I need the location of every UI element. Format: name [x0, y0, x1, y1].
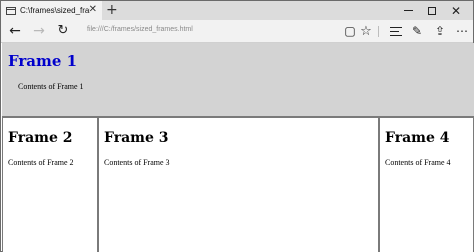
frame-3: Frame 3 Contents of Frame 3: [98, 117, 379, 252]
frame-2: Frame 2 Contents of Frame 2: [2, 117, 98, 252]
frame-2-body: Contents of Frame 2: [8, 158, 74, 167]
title-bar: C:\frames\sized_frames.html ✕ + ✕: [1, 1, 473, 20]
navigation-bar: ← → ↻ file:///C:/frames/sized_frames.htm…: [1, 20, 473, 43]
hub-button[interactable]: [387, 23, 405, 39]
favorite-button[interactable]: ☆: [357, 23, 375, 39]
share-button[interactable]: ⇪: [431, 23, 449, 39]
frame-4: Frame 4 Contents of Frame 4: [379, 117, 474, 252]
pen-icon: ✎: [411, 24, 423, 38]
more-icon: ⋯: [456, 24, 468, 38]
toolbar-divider: [378, 26, 379, 37]
share-icon: ⇪: [434, 24, 446, 38]
back-button[interactable]: ←: [6, 23, 24, 39]
browser-tab[interactable]: C:\frames\sized_frames.html ✕: [1, 1, 102, 20]
frame-1-body: Contents of Frame 1: [18, 82, 84, 91]
frame-4-heading: Frame 4: [385, 130, 450, 146]
frame-1: Frame 1 Contents of Frame 1: [2, 43, 474, 117]
forward-button[interactable]: →: [30, 23, 48, 39]
tab-close-icon[interactable]: ✕: [89, 4, 97, 16]
frame-1-heading: Frame 1: [8, 52, 78, 70]
close-window-button[interactable]: ✕: [439, 1, 473, 20]
page-icon: [6, 6, 16, 15]
minimize-button[interactable]: [391, 1, 425, 20]
refresh-button[interactable]: ↻: [54, 23, 72, 39]
close-icon: ✕: [450, 3, 462, 18]
tab-title: C:\frames\sized_frames.html: [20, 6, 90, 15]
hub-icon: [390, 26, 402, 36]
forward-arrow-icon: →: [33, 23, 45, 39]
refresh-icon: ↻: [57, 23, 69, 38]
minimize-icon: [403, 10, 413, 11]
star-icon: ☆: [360, 23, 372, 39]
new-tab-button[interactable]: +: [106, 2, 118, 18]
reading-view-icon: ▢: [344, 24, 356, 38]
address-bar[interactable]: file:///C:/frames/sized_frames.html: [87, 23, 337, 39]
frame-2-heading: Frame 2: [8, 130, 73, 146]
more-button[interactable]: ⋯: [453, 23, 471, 39]
maximize-icon: [428, 6, 436, 15]
frame-3-heading: Frame 3: [104, 130, 169, 146]
back-arrow-icon: ←: [9, 23, 21, 39]
frame-4-body: Contents of Frame 4: [385, 158, 451, 167]
frame-3-body: Contents of Frame 3: [104, 158, 170, 167]
web-note-button[interactable]: ✎: [408, 23, 426, 39]
